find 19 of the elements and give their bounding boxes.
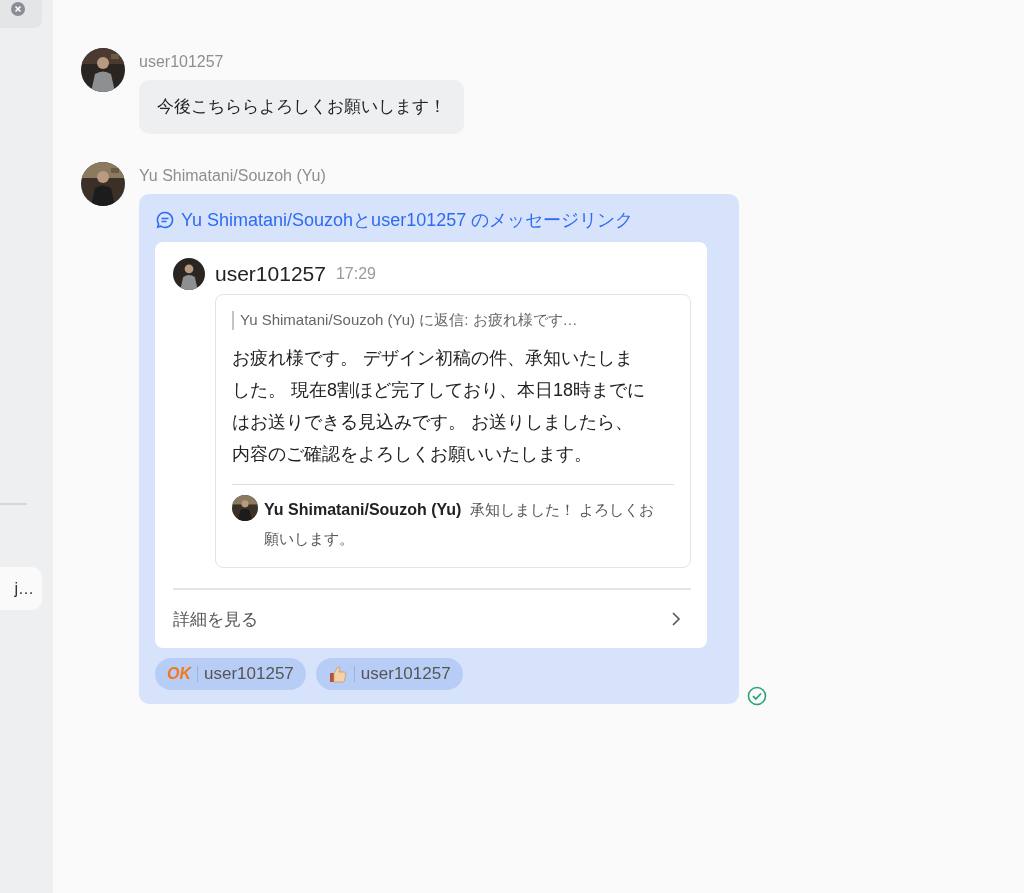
chat-bubble-icon — [155, 210, 175, 230]
author-name: user101257 — [215, 262, 326, 286]
reply-text: Yu Shimatani/Souzoh (Yu) 承知しました！ よろしくお願いします。 — [264, 500, 655, 549]
reply-reference: Yu Shimatani/Souzoh (Yu) に返信: お疲れ様です… — [232, 311, 674, 330]
details-label: 詳細を見る — [173, 608, 258, 631]
chevron-right-icon — [671, 611, 681, 627]
thumbs-up-icon — [327, 664, 348, 684]
link-title[interactable]: Yu Shimatani/Souzohとuser101257 のメッセージリンク — [181, 208, 634, 232]
close-icon[interactable] — [10, 1, 26, 17]
message-bubble: 今後こちららよろしくお願いします！ — [139, 80, 464, 134]
reaction-chip[interactable]: user101257 — [315, 658, 463, 690]
message-text: お疲れ様です。 デザイン初稿の件、承知いたしました。 現在8割ほど完了しており、本日18時までにはお送りできる見込みです。 お送りしましたら、内容のご確認をよろしくお願いいたします。 — [232, 347, 647, 466]
sidebar-item[interactable]: j… — [0, 567, 42, 610]
ok-emoji: OK — [167, 665, 191, 683]
timestamp: 17:29 — [335, 265, 376, 283]
reaction-chip[interactable]: OK user101257 — [155, 658, 306, 690]
details-link[interactable]: 詳細を見る — [173, 590, 691, 648]
author-name: Yu Shimatani/Souzoh (Yu) — [139, 166, 327, 186]
author-name: user101257 — [139, 52, 225, 72]
